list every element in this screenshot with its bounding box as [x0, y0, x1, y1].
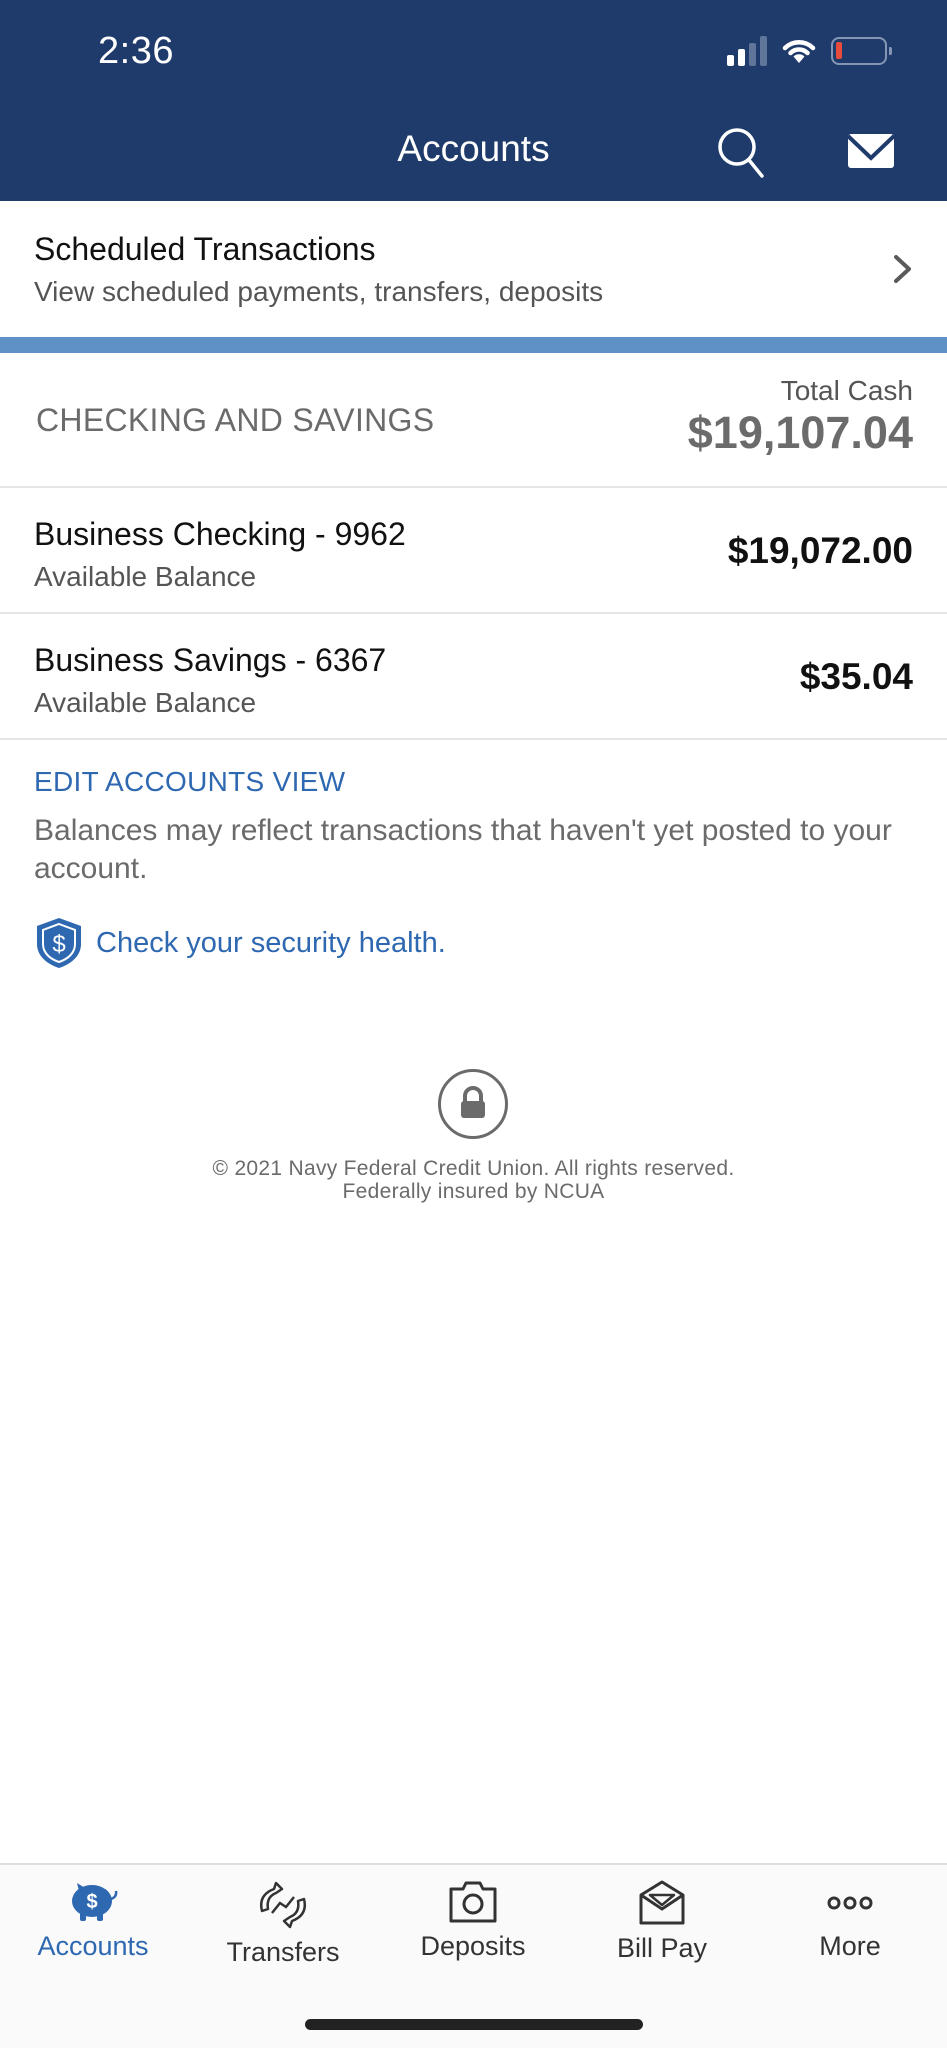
shield-dollar-icon: $ — [37, 918, 81, 968]
transfer-arrows-icon — [260, 1881, 306, 1929]
camera-icon — [449, 1881, 497, 1923]
lock-icon — [438, 1069, 508, 1139]
total-cash-label: Total Cash — [780, 375, 913, 406]
app-header: 2:36 Accounts — [0, 0, 947, 201]
tab-deposits[interactable]: Deposits — [388, 1879, 558, 1979]
svg-text:$: $ — [86, 1891, 97, 1913]
svg-text:$: $ — [52, 931, 65, 958]
copyright-text: © 2021 Navy Federal Credit Union. All ri… — [212, 1157, 735, 1180]
status-time: 2:36 — [98, 30, 174, 72]
battery-low-icon — [831, 37, 892, 65]
tab-label: Deposits — [420, 1931, 526, 1961]
mail-icon — [846, 134, 896, 168]
home-indicator[interactable] — [305, 2019, 643, 2030]
chevron-right-icon — [894, 255, 911, 283]
account-name: Business Checking - 9962 — [34, 516, 406, 552]
open-envelope-icon — [639, 1880, 685, 1925]
tab-bill-pay[interactable]: Bill Pay — [577, 1879, 747, 1979]
tab-label: Transfers — [226, 1937, 340, 1967]
account-balance-label: Available Balance — [34, 687, 257, 718]
account-row[interactable]: Business Savings - 6367 Available Balanc… — [0, 614, 947, 740]
account-balance: $35.04 — [799, 656, 913, 697]
account-balance: $19,072.00 — [727, 530, 913, 571]
edit-accounts-view-link[interactable]: EDIT ACCOUNTS VIEW — [34, 766, 345, 798]
total-cash-value: $19,107.04 — [687, 407, 913, 458]
wifi-icon — [782, 40, 816, 63]
ncua-text: Federally insured by NCUA — [342, 1180, 605, 1203]
mail-button[interactable] — [846, 130, 896, 174]
section-divider — [0, 337, 947, 353]
account-name: Business Savings - 6367 — [34, 642, 387, 678]
checking-savings-header: CHECKING AND SAVINGS Total Cash $19,107.… — [0, 353, 947, 488]
tab-label: Accounts — [37, 1931, 149, 1961]
scheduled-title: Scheduled Transactions — [34, 231, 376, 267]
tab-transfers[interactable]: Transfers — [198, 1879, 368, 1979]
scheduled-transactions-row[interactable]: Scheduled Transactions View scheduled pa… — [0, 201, 947, 337]
security-health-link[interactable]: $ Check your security health. — [34, 916, 446, 970]
tab-more[interactable]: More — [765, 1879, 935, 1979]
section-label: CHECKING AND SAVINGS — [36, 402, 435, 438]
security-health-label: Check your security health. — [96, 926, 446, 959]
cellular-signal-icon — [727, 36, 767, 66]
tab-label: Bill Pay — [616, 1933, 708, 1963]
account-row[interactable]: Business Checking - 9962 Available Balan… — [0, 488, 947, 614]
search-icon — [718, 128, 764, 178]
tab-accounts[interactable]: $ Accounts — [8, 1879, 178, 1979]
balance-disclaimer: Balances may reflect transactions that h… — [34, 814, 892, 885]
search-button[interactable] — [714, 124, 770, 180]
status-icons — [727, 36, 892, 66]
page-title: Accounts — [397, 128, 550, 169]
more-dots-icon — [827, 1896, 873, 1910]
piggy-bank-icon: $ — [72, 1883, 118, 1921]
account-balance-label: Available Balance — [34, 561, 257, 592]
scheduled-subtitle: View scheduled payments, transfers, depo… — [34, 276, 604, 307]
tab-label: More — [819, 1931, 881, 1961]
